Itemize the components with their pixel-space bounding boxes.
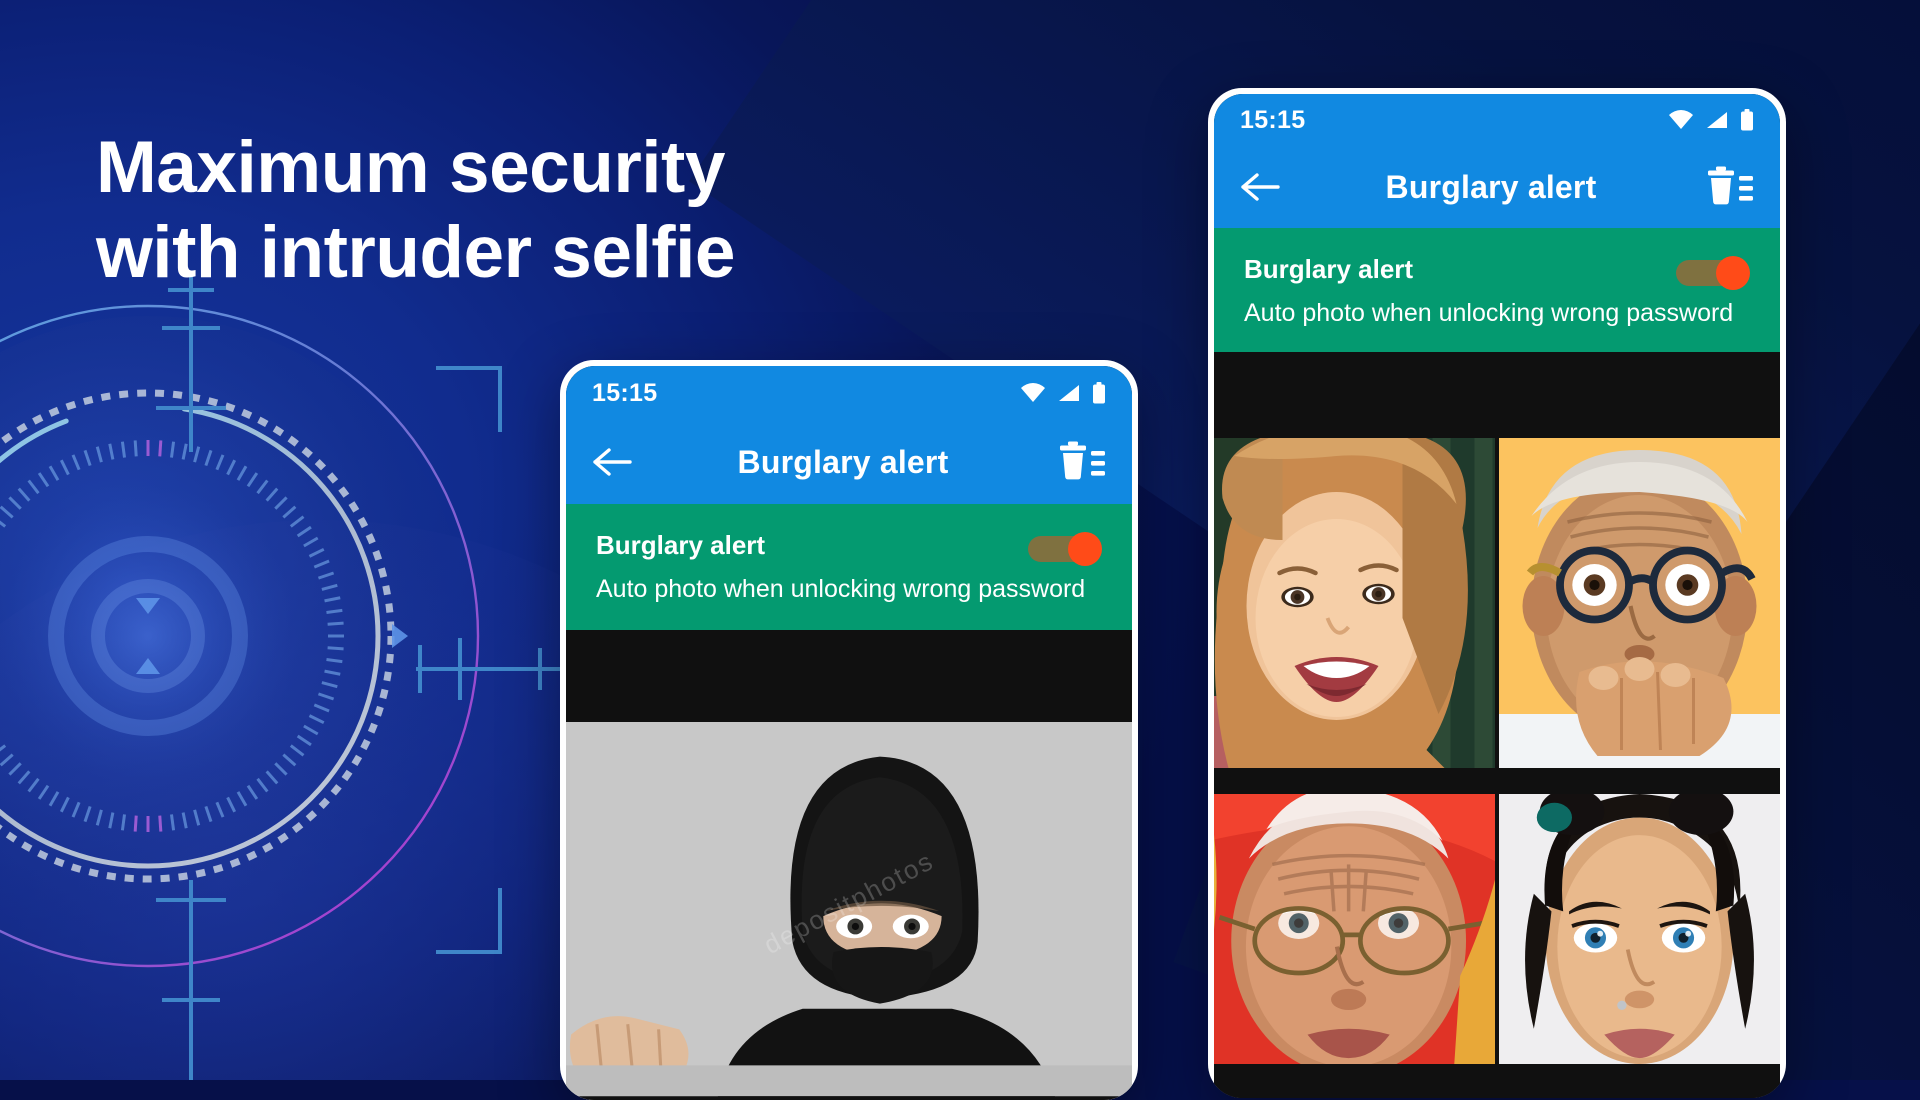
delete-list-icon[interactable] [1054,441,1106,483]
status-bar-time: 15:15 [1240,105,1306,134]
content-spacer [566,630,1132,722]
intruder-photo-4[interactable] [1499,794,1780,1064]
app-bar: Burglary alert [1214,146,1780,228]
burglar-photo: depositphotos [566,722,1132,1100]
delete-list-icon[interactable] [1702,166,1754,208]
status-bar-time: 15:15 [592,378,658,407]
photo-grid-separator [1214,772,1780,790]
setting-title: Burglary alert [596,530,766,560]
toggle-thumb [1068,532,1102,566]
intruder-photo-1[interactable] [1214,438,1495,768]
page-title: Maximum security with intruder selfie [96,125,1036,296]
intruder-photo-2[interactable] [1499,438,1780,768]
content-spacer [1214,352,1780,438]
burglary-alert-setting-row[interactable]: Burglary alert Auto photo when unlocking… [566,504,1132,630]
burglary-alert-toggle[interactable] [1028,532,1102,566]
headline-line-2: with intruder selfie [96,212,735,294]
phone-screen-primary: 15:15 Burglary alert Burglary alert Auto… [566,366,1132,1100]
signal-icon [1705,110,1729,130]
headline-line-1: Maximum security [96,126,725,208]
setting-subtitle: Auto photo when unlocking wrong password [596,575,1086,603]
status-bar-icons [1668,109,1754,131]
back-arrow-icon[interactable] [592,447,632,477]
phone-mockup-secondary: 15:15 Burglary alert Burglary alert Auto… [1208,88,1786,1098]
battery-icon [1740,109,1754,131]
status-bar: 15:15 [566,366,1132,420]
intruder-photo-grid [1214,438,1780,1098]
app-bar-title: Burglary alert [1385,168,1597,205]
app-bar-title: Burglary alert [737,443,949,480]
status-bar-icons [1020,382,1106,404]
targeting-reticle-graphic [0,276,508,996]
intruder-photo-single[interactable]: depositphotos [566,722,1132,1100]
signal-icon [1057,383,1081,403]
wifi-icon [1668,110,1694,130]
phone-screen-secondary: 15:15 Burglary alert Burglary alert Auto… [1214,94,1780,1098]
burglary-alert-toggle[interactable] [1676,256,1750,290]
setting-subtitle: Auto photo when unlocking wrong password [1244,299,1734,327]
intruder-photo-3[interactable] [1214,794,1495,1064]
status-bar: 15:15 [1214,94,1780,146]
burglary-alert-setting-row[interactable]: Burglary alert Auto photo when unlocking… [1214,228,1780,352]
toggle-thumb [1716,256,1750,290]
setting-title: Burglary alert [1244,254,1414,284]
phone-mockup-primary: 15:15 Burglary alert Burglary alert Auto… [560,360,1138,1100]
battery-icon [1092,382,1106,404]
back-arrow-icon[interactable] [1240,172,1280,202]
wifi-icon [1020,383,1046,403]
app-bar: Burglary alert [566,420,1132,504]
